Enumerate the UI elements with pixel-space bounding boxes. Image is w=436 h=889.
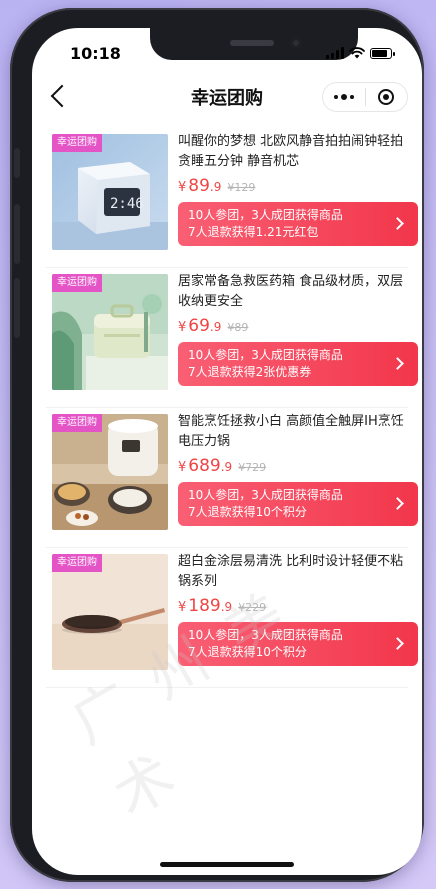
product-title[interactable]: 叫醒你的梦想 北欧风静音拍拍闹钟轻拍贪睡五分钟 静音机芯 <box>178 132 414 172</box>
price-decimal: .9 <box>209 320 222 334</box>
join-group-button[interactable]: 10人参团，3人成团获得商品 7人退款获得1.21元红包 <box>178 202 418 246</box>
cta-line2: 7人退款获得10个积分 <box>188 505 307 519</box>
phone-frame: 10:18 幸运团购 2:46 幸运团购 叫醒你的梦想 北欧风静音拍拍闹钟轻拍贪… <box>10 8 424 882</box>
price-currency: ¥ <box>178 180 187 195</box>
screen: 10:18 幸运团购 2:46 幸运团购 叫醒你的梦想 北欧风静音拍拍闹钟轻拍贪… <box>32 28 422 875</box>
lucky-group-badge: 幸运团购 <box>52 134 102 152</box>
join-group-button[interactable]: 10人参团，3人成团获得商品 7人退款获得2张优惠券 <box>178 342 418 386</box>
more-dots-icon[interactable] <box>323 94 365 100</box>
price-main: 689 <box>188 456 221 476</box>
volume-down-button <box>14 278 20 338</box>
lucky-group-badge: 幸运团购 <box>52 274 102 292</box>
original-price: ¥729 <box>238 461 267 474</box>
alarm-clock-image[interactable]: 2:46 幸运团购 <box>52 134 168 250</box>
mute-switch <box>14 148 20 178</box>
cta-line1: 10人参团，3人成团获得商品 <box>188 348 343 362</box>
cta-line1: 10人参团，3人成团获得商品 <box>188 488 343 502</box>
product-title[interactable]: 智能烹饪拯救小白 高颜值全触屏IH烹饪电压力锅 <box>178 412 414 452</box>
price-currency: ¥ <box>178 600 187 615</box>
price-currency: ¥ <box>178 460 187 475</box>
price-main: 89 <box>188 176 210 196</box>
lucky-group-badge: 幸运团购 <box>52 414 102 432</box>
navbar: 幸运团购 <box>32 76 422 120</box>
price-row: ¥ 689 .9 ¥729 <box>178 456 266 476</box>
pressure-cooker-image[interactable]: 幸运团购 <box>52 414 168 530</box>
list-item[interactable]: 2:46 幸运团购 叫醒你的梦想 北欧风静音拍拍闹钟轻拍贪睡五分钟 静音机芯 ¥… <box>32 128 422 268</box>
product-title[interactable]: 超白金涂层易清洗 比利时设计轻便不粘锅系列 <box>178 552 414 592</box>
original-price: ¥129 <box>227 181 256 194</box>
original-price: ¥229 <box>238 601 267 614</box>
cta-line2: 7人退款获得2张优惠券 <box>188 365 312 379</box>
home-indicator <box>160 862 294 867</box>
price-decimal: .9 <box>209 180 222 194</box>
product-title[interactable]: 居家常备急救医药箱 食品级材质，双层收纳更安全 <box>178 272 414 312</box>
price-currency: ¥ <box>178 320 187 335</box>
lucky-group-badge: 幸运团购 <box>52 554 102 572</box>
svg-text:2:46: 2:46 <box>110 196 144 212</box>
price-row: ¥ 69 .9 ¥89 <box>178 316 248 336</box>
target-icon[interactable] <box>366 89 408 105</box>
frying-pan-image[interactable]: 幸运团购 <box>52 554 168 670</box>
price-main: 189 <box>188 596 221 616</box>
cta-line1: 10人参团，3人成团获得商品 <box>188 208 343 222</box>
cta-line2: 7人退款获得1.21元红包 <box>188 225 319 239</box>
original-price: ¥89 <box>227 321 249 334</box>
battery-icon <box>370 47 395 59</box>
price-row: ¥ 189 .9 ¥229 <box>178 596 266 616</box>
signal-icon <box>326 47 344 59</box>
product-list: 2:46 幸运团购 叫醒你的梦想 北欧风静音拍拍闹钟轻拍贪睡五分钟 静音机芯 ¥… <box>32 128 422 688</box>
price-decimal: .9 <box>220 460 233 474</box>
medicine-box-image[interactable]: 幸运团购 <box>52 274 168 390</box>
camera-icon <box>290 37 302 49</box>
join-group-button[interactable]: 10人参团，3人成团获得商品 7人退款获得10个积分 <box>178 482 418 526</box>
join-group-button[interactable]: 10人参团，3人成团获得商品 7人退款获得10个积分 <box>178 622 418 666</box>
miniprogram-capsule <box>322 82 408 112</box>
price-decimal: .9 <box>220 600 233 614</box>
speaker <box>230 40 274 46</box>
price-row: ¥ 89 .9 ¥129 <box>178 176 255 196</box>
list-item[interactable]: 幸运团购 超白金涂层易清洗 比利时设计轻便不粘锅系列 ¥ 189 .9 ¥229… <box>32 548 422 688</box>
status-time: 10:18 <box>70 44 121 63</box>
price-main: 69 <box>188 316 210 336</box>
list-item[interactable]: 幸运团购 居家常备急救医药箱 食品级材质，双层收纳更安全 ¥ 69 .9 ¥89… <box>32 268 422 408</box>
volume-up-button <box>14 204 20 264</box>
status-icons <box>326 47 395 59</box>
cta-line2: 7人退款获得10个积分 <box>188 645 307 659</box>
cta-line1: 10人参团，3人成团获得商品 <box>188 628 343 642</box>
list-item[interactable]: 幸运团购 智能烹饪拯救小白 高颜值全触屏IH烹饪电压力锅 ¥ 689 .9 ¥7… <box>32 408 422 548</box>
wifi-icon <box>349 47 365 59</box>
